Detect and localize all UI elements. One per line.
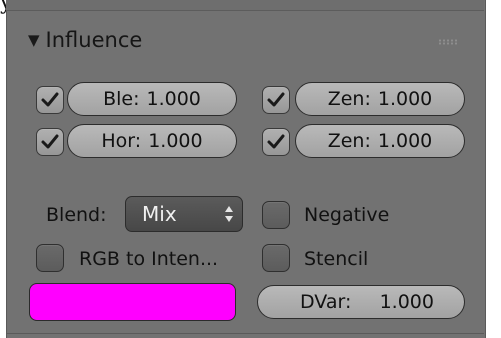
- dvar-field[interactable]: DVar: 1.000: [257, 285, 465, 319]
- influence-field-2[interactable]: Zen: 1.000: [295, 82, 465, 116]
- dvar-label: DVar:: [300, 291, 352, 313]
- negative-checkbox[interactable]: [262, 201, 290, 229]
- blend-value: Mix: [142, 202, 177, 226]
- field-value: 1.000: [377, 130, 433, 152]
- field-label: Hor:: [101, 130, 142, 152]
- checkbox-influence-2[interactable]: [262, 86, 290, 114]
- field-value: 1.000: [377, 88, 433, 110]
- panel-divider: [6, 333, 484, 334]
- field-value: 1.000: [146, 88, 201, 110]
- stencil-label: Stencil: [304, 248, 369, 270]
- checkbox-influence-1[interactable]: [36, 86, 64, 114]
- updown-arrows-icon: [225, 206, 233, 222]
- blend-select[interactable]: Mix: [125, 196, 243, 232]
- checkbox-influence-4[interactable]: [262, 128, 290, 156]
- color-swatch[interactable]: [29, 283, 236, 321]
- checkbox-influence-3[interactable]: [36, 128, 64, 156]
- influence-field-1[interactable]: Ble: 1.000: [67, 82, 237, 116]
- negative-label: Negative: [304, 204, 390, 226]
- field-label: Ble:: [103, 88, 140, 110]
- influence-field-3[interactable]: Hor: 1.000: [67, 124, 237, 158]
- blend-label: Blend:: [46, 204, 107, 226]
- checkmark-icon: [267, 92, 285, 107]
- checkmark-icon: [41, 92, 59, 107]
- field-value: 1.000: [148, 130, 203, 152]
- stencil-checkbox[interactable]: [262, 244, 290, 272]
- rgb-to-intensity-checkbox[interactable]: [36, 244, 64, 272]
- rgb-to-intensity-label: RGB to Inten...: [79, 248, 219, 270]
- influence-field-4[interactable]: Zen: 1.000: [295, 124, 465, 158]
- collapse-triangle-icon[interactable]: ▼: [28, 31, 40, 49]
- field-label: Zen:: [327, 130, 371, 152]
- checkmark-icon: [41, 134, 59, 149]
- dvar-value: 1.000: [379, 291, 434, 313]
- checkmark-icon: [267, 134, 285, 149]
- panel-top-edge: [6, 0, 484, 11]
- drag-grip-icon[interactable]: [438, 39, 458, 45]
- panel-title: Influence: [45, 28, 143, 52]
- panel-header[interactable]: ▼ Influence: [28, 22, 468, 58]
- field-label: Zen:: [327, 88, 371, 110]
